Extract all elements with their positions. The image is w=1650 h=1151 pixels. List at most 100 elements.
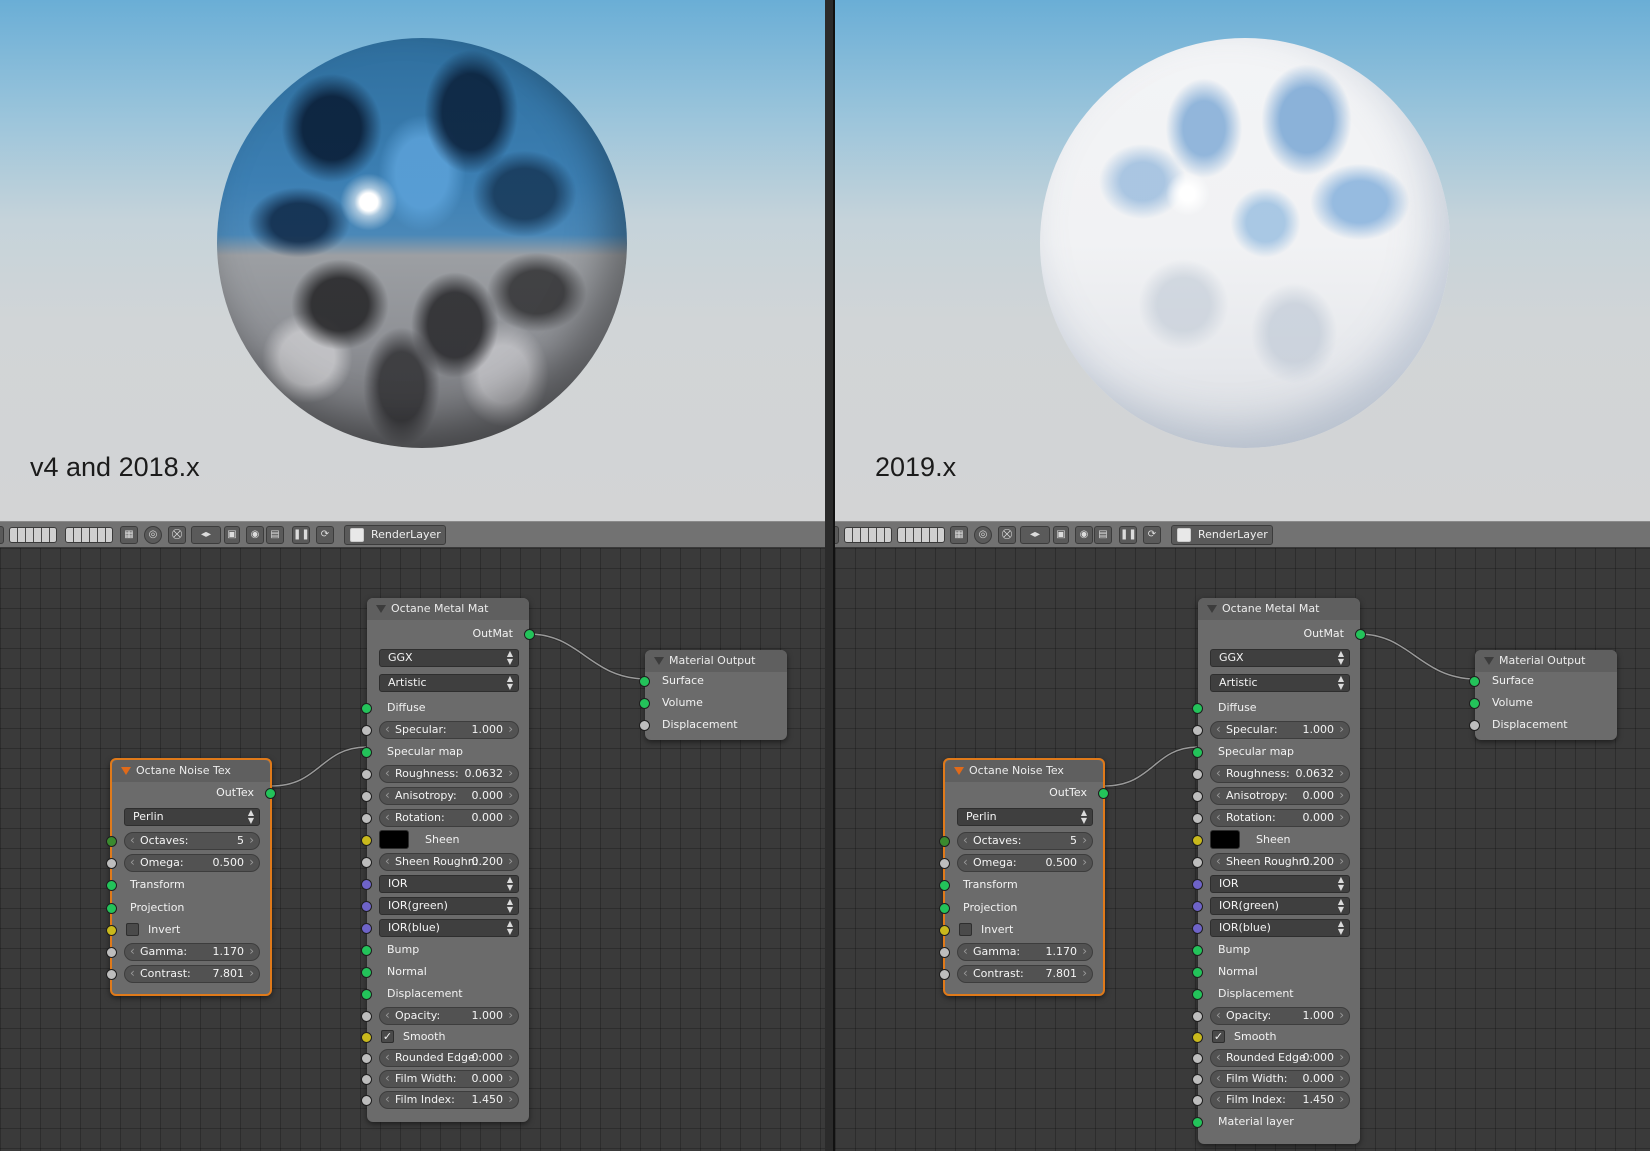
rotation-field[interactable]: Rotation: 0.000 <box>379 809 519 827</box>
node-tree-icon[interactable]: ▦ <box>120 526 138 544</box>
noise-type-dropdown[interactable]: Perlin ▲ ▼ <box>957 808 1093 826</box>
input-socket[interactable] <box>106 903 117 914</box>
collapse-arrow-icon[interactable] <box>376 605 386 613</box>
ior-dropdown[interactable]: IOR ▲ ▼ <box>379 875 519 893</box>
node-header[interactable]: Octane Noise Tex <box>112 760 270 782</box>
input-socket[interactable] <box>1192 1032 1203 1043</box>
texture-icon[interactable]: ⛒ <box>998 526 1016 544</box>
node-header[interactable]: Octane Metal Mat <box>1198 598 1360 620</box>
node-header[interactable]: Octane Noise Tex <box>945 760 1103 782</box>
input-socket[interactable] <box>361 923 372 934</box>
compositor-icon[interactable]: ◂▸ <box>191 526 221 544</box>
collapse-arrow-icon[interactable] <box>1484 657 1494 665</box>
pause-icon[interactable]: ❚❚ <box>292 526 310 544</box>
input-socket[interactable] <box>361 879 372 890</box>
node-header[interactable]: Octane Metal Mat <box>367 598 529 620</box>
compositor-icon[interactable]: ◂▸ <box>1020 526 1050 544</box>
node-header[interactable]: Material Output <box>1475 650 1617 672</box>
editor-type-icon[interactable] <box>835 526 839 544</box>
input-socket[interactable] <box>361 835 372 846</box>
input-socket[interactable] <box>639 698 650 709</box>
input-socket[interactable] <box>106 925 117 936</box>
material-output-node[interactable]: Material Output Surface Volume Displacem… <box>639 650 787 740</box>
specular-field[interactable]: Specular: 1.000 <box>1210 721 1350 739</box>
input-socket[interactable] <box>361 725 372 736</box>
input-socket[interactable] <box>1192 813 1203 824</box>
film-width-field[interactable]: Film Width: 0.000 <box>379 1070 519 1088</box>
octaves-field[interactable]: Octaves: 5 <box>124 832 260 850</box>
view-grid-icon[interactable] <box>9 527 57 543</box>
specular-field[interactable]: Specular: 1.000 <box>379 721 519 739</box>
texture-icon[interactable]: ⛒ <box>168 526 186 544</box>
gamma-field[interactable]: Gamma: 1.170 <box>124 943 260 961</box>
input-socket[interactable] <box>361 967 372 978</box>
sheen-color-swatch[interactable] <box>379 830 409 849</box>
rounded-edge-field[interactable]: Rounded Edge :0.000 <box>1210 1049 1350 1067</box>
view-grid-icon[interactable] <box>65 527 113 543</box>
ior-blue-dropdown[interactable]: IOR(blue) ▲ ▼ <box>1210 919 1350 937</box>
input-socket[interactable] <box>361 1011 372 1022</box>
refresh-icon[interactable]: ⟳ <box>316 526 334 544</box>
input-socket[interactable] <box>106 858 117 869</box>
input-socket[interactable] <box>1192 725 1203 736</box>
input-socket[interactable] <box>1192 945 1203 956</box>
opacity-field[interactable]: Opacity: 1.000 <box>379 1007 519 1025</box>
input-socket[interactable] <box>106 836 117 847</box>
rounded-edge-field[interactable]: Rounded Edge :0.000 <box>379 1049 519 1067</box>
input-socket[interactable] <box>361 989 372 1000</box>
input-socket[interactable] <box>939 969 950 980</box>
input-socket[interactable] <box>1192 1095 1203 1106</box>
camera-icon[interactable]: ◉ <box>246 526 264 544</box>
input-socket[interactable] <box>1192 879 1203 890</box>
metal-mat-node[interactable]: Octane Metal Mat OutMat GGX ▲ ▼ Artistic ▲ ▼… <box>1192 598 1366 1144</box>
metal-mat-node[interactable]: Octane Metal Mat OutMat GGX ▲ ▼ Artistic ▲ ▼… <box>361 598 535 1122</box>
input-socket[interactable] <box>1192 791 1203 802</box>
render-layer-selector[interactable]: RenderLayer <box>344 525 446 545</box>
input-socket[interactable] <box>1192 1117 1203 1128</box>
input-socket[interactable] <box>1192 989 1203 1000</box>
ior-green-dropdown[interactable]: IOR(green) ▲ ▼ <box>379 897 519 915</box>
sheen-roughness-field[interactable]: Sheen Roughn:0.200 <box>1210 853 1350 871</box>
input-socket[interactable] <box>939 903 950 914</box>
film-width-field[interactable]: Film Width: 0.000 <box>1210 1070 1350 1088</box>
input-socket[interactable] <box>361 703 372 714</box>
input-socket[interactable] <box>939 925 950 936</box>
octaves-field[interactable]: Octaves: 5 <box>957 832 1093 850</box>
film-index-field[interactable]: Film Index: 1.450 <box>1210 1091 1350 1109</box>
ior-green-dropdown[interactable]: IOR(green) ▲ ▼ <box>1210 897 1350 915</box>
contrast-field[interactable]: Contrast: 7.801 <box>957 965 1093 983</box>
node-icon[interactable]: ▣ <box>224 526 240 544</box>
collapse-arrow-icon[interactable] <box>1207 605 1217 613</box>
omega-field[interactable]: Omega: 0.500 <box>124 854 260 872</box>
input-socket[interactable] <box>1192 857 1203 868</box>
roughness-field[interactable]: Roughness: 0.0632 <box>1210 765 1350 783</box>
omega-field[interactable]: Omega: 0.500 <box>957 854 1093 872</box>
input-socket[interactable] <box>361 1032 372 1043</box>
contrast-field[interactable]: Contrast: 7.801 <box>124 965 260 983</box>
sheen-color-swatch[interactable] <box>1210 830 1240 849</box>
input-socket[interactable] <box>361 747 372 758</box>
clapper-icon[interactable]: ▤ <box>1094 526 1112 544</box>
noise-tex-node[interactable]: Octane Noise Tex OutTex Perlin ▲▼ Octaves… <box>106 758 276 996</box>
film-index-field[interactable]: Film Index: 1.450 <box>379 1091 519 1109</box>
output-socket[interactable] <box>524 629 535 640</box>
collapse-arrow-icon[interactable] <box>121 767 131 775</box>
input-socket[interactable] <box>1192 769 1203 780</box>
noise-tex-node[interactable]: Octane Noise Tex OutTex Perlin ▲▼ Octaves… <box>939 758 1109 996</box>
editor-type-icon[interactable] <box>0 526 4 544</box>
view-grid-icon[interactable] <box>844 527 892 543</box>
input-socket[interactable] <box>1192 901 1203 912</box>
pause-icon[interactable]: ❚❚ <box>1119 526 1137 544</box>
material-icon[interactable]: ◎ <box>974 526 992 544</box>
refresh-icon[interactable]: ⟳ <box>1143 526 1161 544</box>
input-socket[interactable] <box>939 880 950 891</box>
rotation-field[interactable]: Rotation: 0.000 <box>1210 809 1350 827</box>
invert-checkbox[interactable] <box>126 923 139 936</box>
input-socket[interactable] <box>1192 1011 1203 1022</box>
anisotropy-field[interactable]: Anisotropy: 0.000 <box>1210 787 1350 805</box>
smooth-checkbox[interactable]: ✓ <box>381 1030 394 1043</box>
input-socket[interactable] <box>361 791 372 802</box>
input-socket[interactable] <box>939 836 950 847</box>
input-socket[interactable] <box>361 901 372 912</box>
invert-checkbox[interactable] <box>959 923 972 936</box>
